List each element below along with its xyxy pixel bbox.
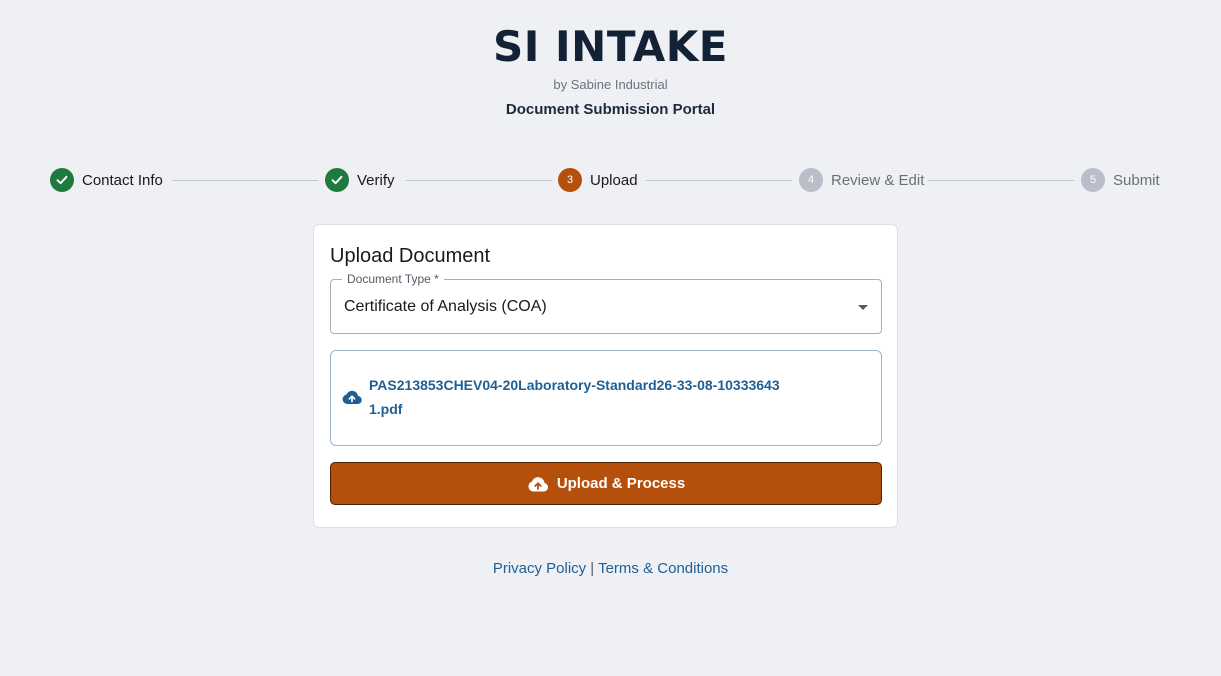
step-verify: Verify [325,167,395,193]
step-label: Verify [357,171,395,189]
step-label: Upload [590,171,638,189]
brand-logo-text: SI INTAKE [493,22,728,71]
file-dropzone[interactable]: PAS213853CHEV04-20Laboratory-Standard26-… [330,350,882,446]
step-connector [928,180,1074,181]
step-review-edit: 4 Review & Edit [799,167,924,193]
caret-down-icon [858,305,868,310]
step-number: 3 [558,168,582,192]
progress-stepper: Contact Info Verify 3 Upload 4 Review & … [50,167,1170,193]
step-label: Review & Edit [831,171,925,189]
upload-card: Upload Document Document Type * Certific… [313,224,898,528]
selected-file-name: PAS213853CHEV04-20Laboratory-Standard26-… [369,377,780,417]
check-icon [325,168,349,192]
step-contact-info: Contact Info [50,167,163,193]
step-number: 4 [799,168,823,192]
step-upload: 3 Upload [558,167,638,193]
privacy-policy-link[interactable]: Privacy Policy [493,560,586,577]
terms-conditions-link[interactable]: Terms & Conditions [598,560,728,577]
upload-process-button[interactable]: Upload & Process [330,462,882,505]
footer-links: Privacy Policy | Terms & Conditions [0,560,1221,578]
check-icon [50,168,74,192]
cloud-upload-icon [342,389,362,405]
step-label: Contact Info [82,171,163,189]
card-title: Upload Document [330,245,491,267]
brand-byline: by Sabine Industrial [553,77,668,92]
document-type-value: Certificate of Analysis (COA) [344,298,547,315]
page-title: Document Submission Portal [505,101,716,118]
document-type-label: Document Type * [342,271,444,287]
upload-button-label: Upload & Process [556,475,686,492]
step-connector [406,180,552,181]
step-connector [646,180,792,181]
step-number: 5 [1081,168,1105,192]
step-connector [172,180,318,181]
footer-separator: | [590,560,595,577]
step-submit: 5 Submit [1081,167,1160,193]
cloud-upload-icon [527,476,549,492]
document-type-select[interactable]: Document Type * Certificate of Analysis … [330,271,882,334]
step-label: Submit [1113,171,1160,189]
